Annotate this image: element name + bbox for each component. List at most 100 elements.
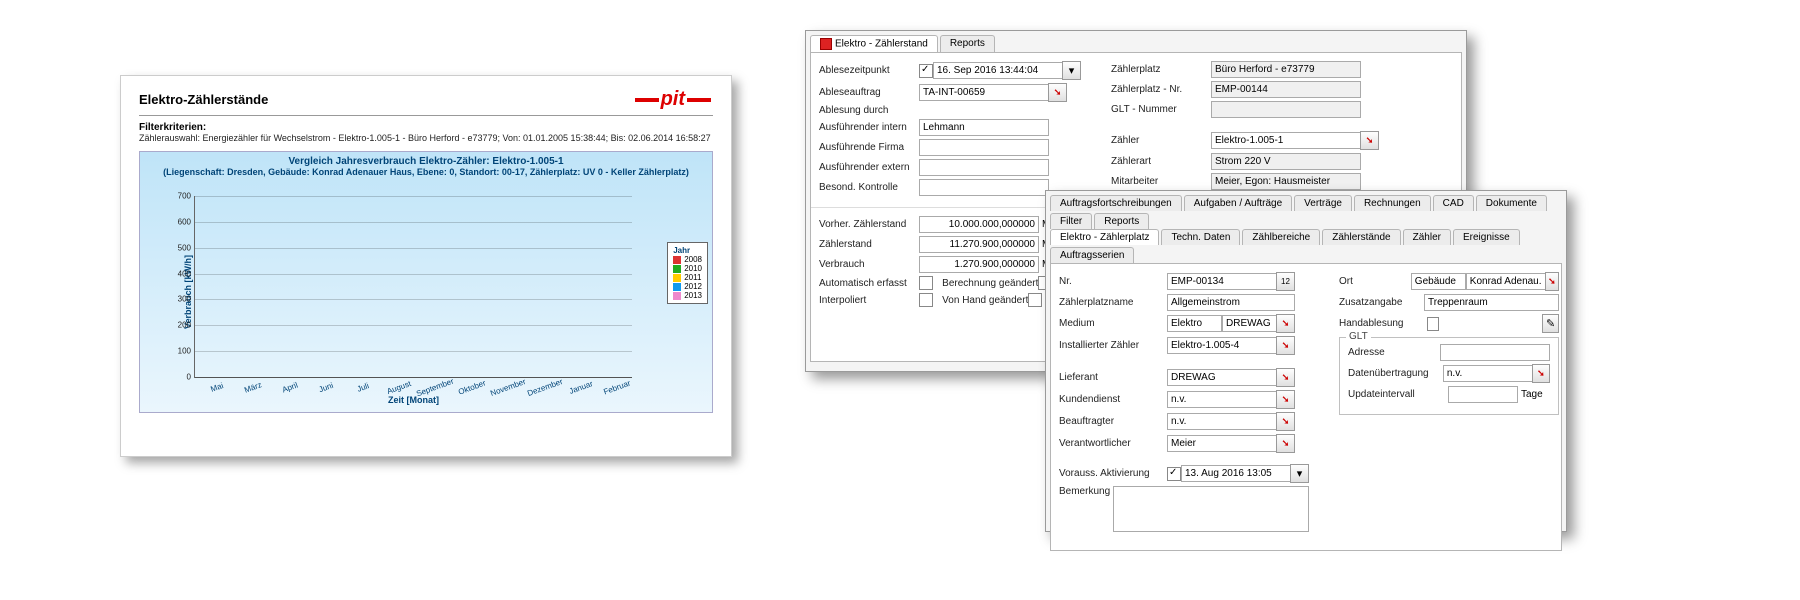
text-field[interactable] xyxy=(1211,153,1361,170)
text-field[interactable] xyxy=(1448,386,1518,403)
text-field[interactable] xyxy=(1167,273,1277,290)
legend-item: 2011 xyxy=(673,273,702,282)
lookup-button[interactable]: ➘ xyxy=(1048,83,1067,102)
text-field[interactable] xyxy=(1211,81,1361,98)
tab-bar: Elektro - Zählerstand Reports xyxy=(806,31,1466,52)
remark-textarea[interactable] xyxy=(1113,486,1309,532)
text-field[interactable] xyxy=(919,179,1049,196)
field-label: Ausführender extern xyxy=(819,162,919,173)
text-field[interactable] xyxy=(919,139,1049,156)
text-field[interactable] xyxy=(919,84,1049,101)
tab[interactable]: Zählerstände xyxy=(1322,229,1400,245)
tab-zaehlerstand[interactable]: Elektro - Zählerstand xyxy=(810,35,938,52)
field-label: Zählerstand xyxy=(819,239,919,250)
tab[interactable]: Ereignisse xyxy=(1453,229,1520,245)
text-field[interactable] xyxy=(1466,273,1546,290)
text-field[interactable] xyxy=(1167,369,1277,386)
lookup-button[interactable]: ➘ xyxy=(1276,336,1295,355)
lookup-button[interactable]: ➘ xyxy=(1545,272,1559,291)
field-label: Zählerplatz - Nr. xyxy=(1111,84,1211,95)
checkbox[interactable] xyxy=(919,64,933,78)
checkbox[interactable] xyxy=(1167,467,1181,481)
lookup-button[interactable]: ➘ xyxy=(1276,368,1295,387)
filter-header: Filterkriterien: xyxy=(139,122,713,133)
y-axis-label: Verbrauch [kW/h] xyxy=(183,254,193,328)
text-field[interactable] xyxy=(1211,61,1361,78)
tab[interactable]: Reports xyxy=(1094,213,1149,229)
chevron-down-icon: ▾ xyxy=(1297,467,1303,480)
field-label: Ausführende Firma xyxy=(819,142,919,153)
text-field[interactable] xyxy=(1211,132,1361,149)
text-field[interactable] xyxy=(1440,344,1550,361)
field-label: Ableseauftrag xyxy=(819,87,919,98)
number-field[interactable] xyxy=(919,256,1039,273)
arrow-icon: ➘ xyxy=(1282,372,1290,383)
checkbox[interactable] xyxy=(919,276,933,290)
x-tick: Februar xyxy=(603,378,632,396)
number-field[interactable] xyxy=(919,216,1039,233)
lookup-button[interactable]: ➘ xyxy=(1532,364,1550,383)
text-field[interactable] xyxy=(1211,101,1361,118)
field-label: Vorher. Zählerstand xyxy=(819,219,919,230)
number-field[interactable] xyxy=(919,236,1039,253)
lookup-button[interactable]: ➘ xyxy=(1276,412,1295,431)
chart: Vergleich Jahresverbrauch Elektro-Zähler… xyxy=(139,151,713,413)
chart-subtitle: (Liegenschaft: Dresden, Gebäude: Konrad … xyxy=(140,167,712,177)
checkbox[interactable] xyxy=(1028,293,1042,307)
tab[interactable]: Elektro - Zählerplatz xyxy=(1050,229,1159,245)
field-label: Zähler xyxy=(1111,135,1211,146)
arrow-icon: ➘ xyxy=(1548,276,1556,287)
lookup-button[interactable]: ➘ xyxy=(1276,434,1295,453)
tab[interactable]: Verträge xyxy=(1294,195,1352,211)
text-field[interactable] xyxy=(1181,465,1291,482)
text-field[interactable] xyxy=(1167,337,1277,354)
tab[interactable]: Techn. Daten xyxy=(1161,229,1240,245)
tab[interactable]: Filter xyxy=(1050,213,1092,229)
field-label: Zählerart xyxy=(1111,156,1211,167)
edit-button[interactable]: ✎ xyxy=(1542,314,1559,333)
checkbox[interactable] xyxy=(919,293,933,307)
id-button[interactable]: 12 xyxy=(1276,272,1295,291)
tab[interactable]: Zähler xyxy=(1403,229,1451,245)
text-field[interactable] xyxy=(1167,391,1277,408)
y-tick: 100 xyxy=(178,347,195,356)
tab[interactable]: Aufgaben / Aufträge xyxy=(1184,195,1292,211)
field-label: Berechnung geändert xyxy=(942,278,1038,289)
checkbox[interactable] xyxy=(1427,317,1440,331)
text-field[interactable] xyxy=(1424,294,1559,311)
text-field[interactable] xyxy=(1443,365,1533,382)
tab[interactable]: Auftragsfortschreibungen xyxy=(1050,195,1182,211)
text-field[interactable] xyxy=(1167,435,1277,452)
field-label: Zählerplatz xyxy=(1111,64,1211,75)
text-field[interactable] xyxy=(1211,173,1361,190)
lookup-button[interactable]: ➘ xyxy=(1276,314,1295,333)
lookup-button[interactable]: ➘ xyxy=(1276,390,1295,409)
tab[interactable]: Dokumente xyxy=(1476,195,1547,211)
arrow-icon: ➘ xyxy=(1282,340,1290,351)
text-field[interactable] xyxy=(919,159,1049,176)
plot-area: Verbrauch [kW/h] Zeit [Monat] 0100200300… xyxy=(194,196,632,378)
field-label: Nr. xyxy=(1059,276,1167,287)
dropdown-button[interactable]: ▾ xyxy=(1062,61,1081,80)
tab[interactable]: Auftragsserien xyxy=(1050,247,1134,263)
text-field[interactable] xyxy=(933,62,1063,79)
tab[interactable]: Zählbereiche xyxy=(1242,229,1320,245)
chevron-down-icon: ▾ xyxy=(1069,64,1075,77)
x-tick: Januar xyxy=(568,379,594,396)
field-label: Verbrauch xyxy=(819,259,919,270)
text-field[interactable] xyxy=(1167,413,1277,430)
field-label: Beauftragter xyxy=(1059,416,1167,427)
tab-reports[interactable]: Reports xyxy=(940,35,995,52)
text-field[interactable] xyxy=(1222,315,1277,332)
tab[interactable]: Rechnungen xyxy=(1354,195,1431,211)
dropdown-button[interactable]: ▾ xyxy=(1290,464,1309,483)
legend-title: Jahr xyxy=(673,246,702,255)
text-field[interactable] xyxy=(919,119,1049,136)
text-field[interactable] xyxy=(1167,294,1295,311)
tab[interactable]: CAD xyxy=(1433,195,1474,211)
lookup-button[interactable]: ➘ xyxy=(1360,131,1379,150)
text-field[interactable] xyxy=(1167,315,1222,332)
arrow-icon: ➘ xyxy=(1537,368,1545,379)
text-field[interactable] xyxy=(1411,273,1466,290)
legend-item: 2010 xyxy=(673,264,702,273)
